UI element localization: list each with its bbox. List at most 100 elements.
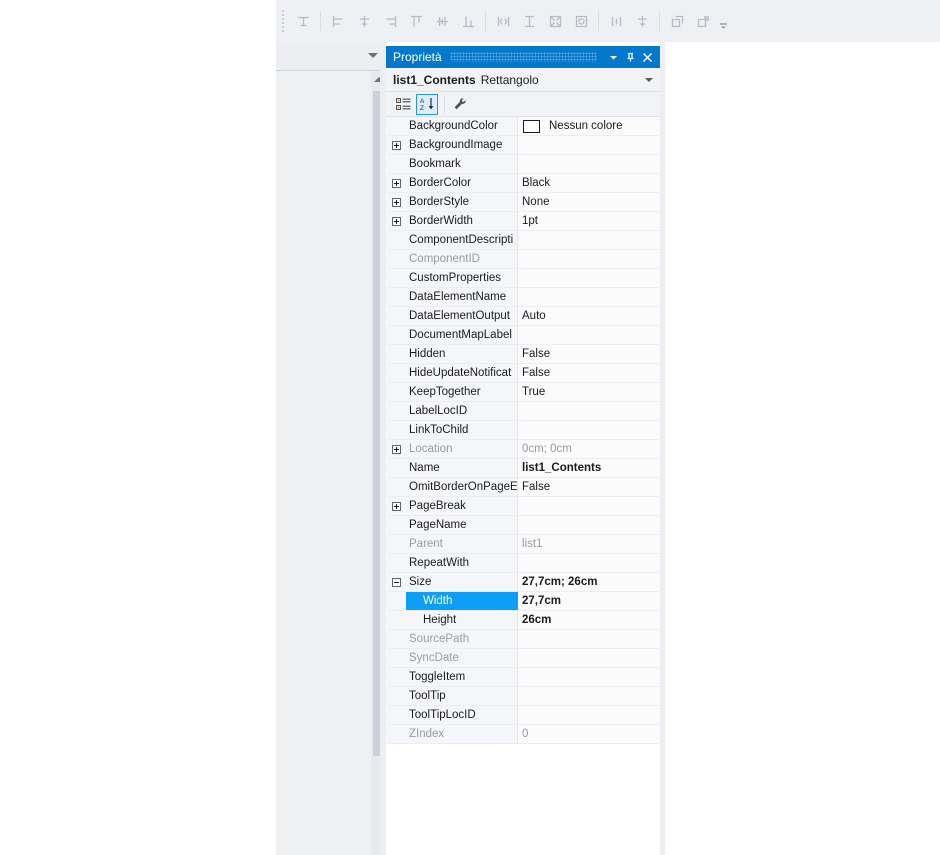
property-name-cell[interactable]: PageName (406, 516, 518, 534)
property-row[interactable]: ToolTip (386, 687, 660, 706)
property-row[interactable]: PageBreak (386, 497, 660, 516)
property-row-gutter[interactable] (386, 440, 406, 458)
align-middles-icon[interactable] (429, 8, 455, 34)
property-name-cell[interactable]: PageBreak (406, 497, 518, 515)
property-value-cell[interactable] (518, 326, 660, 344)
property-value-cell[interactable] (518, 668, 660, 686)
property-row[interactable]: BackgroundImage (386, 136, 660, 155)
properties-object-selector[interactable]: list1_Contents Rettangolo (386, 68, 660, 92)
property-value-cell[interactable]: 1pt (518, 212, 660, 230)
property-row[interactable]: DataElementOutput Auto (386, 307, 660, 326)
property-row[interactable]: BorderColor Black (386, 174, 660, 193)
align-middle-icon[interactable] (290, 8, 316, 34)
property-name-cell[interactable]: ComponentID (406, 250, 518, 268)
property-row[interactable]: Location 0cm; 0cm (386, 440, 660, 459)
expand-icon[interactable] (391, 501, 401, 511)
property-value-cell[interactable]: False (518, 345, 660, 363)
property-row[interactable]: OmitBorderOnPageE False (386, 478, 660, 497)
expand-icon[interactable] (391, 197, 401, 207)
property-value-cell[interactable] (518, 497, 660, 515)
property-value-cell[interactable]: 0 (518, 725, 660, 743)
property-name-cell[interactable]: Bookmark (406, 155, 518, 173)
property-row-gutter[interactable] (386, 193, 406, 211)
bring-to-front-icon[interactable] (664, 8, 690, 34)
property-row[interactable]: DataElementName (386, 288, 660, 307)
align-top-icon[interactable] (403, 8, 429, 34)
alphabetical-sort-icon[interactable]: A Z (416, 93, 438, 115)
property-value-cell[interactable]: 0cm; 0cm (518, 440, 660, 458)
make-same-height-icon[interactable] (516, 8, 542, 34)
property-value-cell[interactable]: Auto (518, 307, 660, 325)
property-row[interactable]: PageName (386, 516, 660, 535)
property-value-cell[interactable] (518, 402, 660, 420)
property-value-cell[interactable] (518, 288, 660, 306)
property-row[interactable]: ComponentID (386, 250, 660, 269)
property-name-cell[interactable]: BorderColor (406, 174, 518, 192)
toolbar-drag-handle[interactable] (278, 8, 288, 34)
align-right-icon[interactable] (377, 8, 403, 34)
property-value-cell[interactable] (518, 554, 660, 572)
property-name-cell[interactable]: BorderStyle (406, 193, 518, 211)
property-name-cell[interactable]: DataElementOutput (406, 307, 518, 325)
property-name-cell[interactable]: ToggleItem (406, 668, 518, 686)
property-value-cell[interactable] (518, 421, 660, 439)
property-name-cell[interactable]: BorderWidth (406, 212, 518, 230)
align-bottom-icon[interactable] (455, 8, 481, 34)
property-value-cell[interactable]: 26cm (518, 611, 660, 629)
send-to-back-icon[interactable] (690, 8, 716, 34)
property-name-cell[interactable]: LinkToChild (406, 421, 518, 439)
property-name-cell[interactable]: ToolTipLocID (406, 706, 518, 724)
close-icon[interactable] (639, 47, 656, 67)
property-row[interactable]: Parent list1 (386, 535, 660, 554)
align-left-icon[interactable] (325, 8, 351, 34)
property-value-cell[interactable]: Black (518, 174, 660, 192)
property-name-cell[interactable]: LabelLocID (406, 402, 518, 420)
property-row[interactable]: Name list1_Contents (386, 459, 660, 478)
property-name-cell[interactable]: KeepTogether (406, 383, 518, 401)
categorized-icon[interactable] (392, 94, 414, 115)
property-row[interactable]: BackgroundColor Nessun colore (386, 117, 660, 136)
property-row-gutter[interactable] (386, 174, 406, 192)
property-name-cell[interactable]: DocumentMapLabel (406, 326, 518, 344)
property-name-cell[interactable]: SourcePath (406, 630, 518, 648)
expand-icon[interactable] (391, 178, 401, 188)
properties-title-bar[interactable]: Proprietà (386, 46, 660, 68)
property-value-cell[interactable]: 27,7cm; 26cm (518, 573, 660, 591)
property-name-cell[interactable]: RepeatWith (406, 554, 518, 572)
expand-icon[interactable] (391, 140, 401, 150)
property-value-cell[interactable]: None (518, 193, 660, 211)
collapse-icon[interactable] (391, 577, 401, 587)
property-row[interactable]: Height 26cm (386, 611, 660, 630)
property-name-cell[interactable]: HideUpdateNotificat (406, 364, 518, 382)
property-name-cell[interactable]: Hidden (406, 345, 518, 363)
center-horizontally-icon[interactable] (629, 8, 655, 34)
property-value-cell[interactable]: list1 (518, 535, 660, 553)
property-value-cell[interactable]: False (518, 364, 660, 382)
property-row[interactable]: ZIndex 0 (386, 725, 660, 744)
property-row[interactable]: KeepTogether True (386, 383, 660, 402)
property-value-cell[interactable] (518, 687, 660, 705)
property-value-cell[interactable] (518, 136, 660, 154)
property-row[interactable]: LabelLocID (386, 402, 660, 421)
property-row[interactable]: Size 27,7cm; 26cm (386, 573, 660, 592)
property-row[interactable]: DocumentMapLabel (386, 326, 660, 345)
property-value-cell[interactable] (518, 269, 660, 287)
property-row[interactable]: SyncDate (386, 649, 660, 668)
expand-icon[interactable] (391, 216, 401, 226)
property-value-cell[interactable] (518, 250, 660, 268)
property-value-cell[interactable]: False (518, 478, 660, 496)
property-row[interactable]: Hidden False (386, 345, 660, 364)
property-name-cell[interactable]: Name (406, 459, 518, 477)
property-name-cell[interactable]: Width (406, 592, 518, 610)
property-grid[interactable]: BackgroundColor Nessun colore BackgroundIm… (386, 117, 660, 854)
property-row[interactable]: RepeatWith (386, 554, 660, 573)
property-row[interactable]: LinkToChild (386, 421, 660, 440)
property-value-cell[interactable] (518, 630, 660, 648)
property-name-cell[interactable]: ZIndex (406, 725, 518, 743)
property-value-cell[interactable]: 27,7cm (518, 592, 660, 610)
property-row[interactable]: CustomProperties (386, 269, 660, 288)
property-value-cell[interactable] (518, 516, 660, 534)
property-value-cell[interactable]: list1_Contents (518, 459, 660, 477)
size-to-grid-icon[interactable] (568, 8, 594, 34)
property-row[interactable]: ComponentDescripti (386, 231, 660, 250)
